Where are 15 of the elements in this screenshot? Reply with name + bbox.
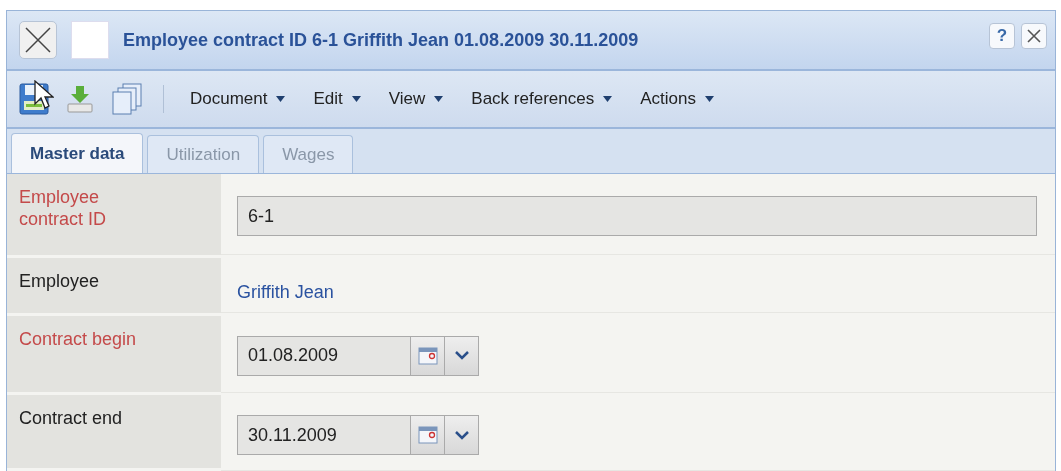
help-button[interactable]: ? xyxy=(989,23,1015,49)
date-field[interactable]: 30.11.2009 xyxy=(237,415,411,456)
menu-button[interactable]: Edit xyxy=(307,89,367,109)
tab[interactable]: Master data xyxy=(11,133,144,173)
field-label: Contract end xyxy=(7,395,221,471)
input-field[interactable]: 6-1 xyxy=(237,196,1037,236)
menu-button[interactable]: Back references xyxy=(465,89,619,109)
menu-button[interactable]: Actions xyxy=(634,89,720,109)
field-label: Employee xyxy=(7,257,221,316)
field-label: Employee contract ID xyxy=(7,174,221,258)
menu-button[interactable]: Document xyxy=(184,89,292,109)
window-title: Employee contract ID 6-1 Griffith Jean 01.08.2009 30.11.2009 xyxy=(123,29,640,51)
employee-link[interactable]: Griffith Jean xyxy=(237,281,334,303)
menu-button[interactable]: View xyxy=(382,89,450,109)
date-field[interactable]: 01.08.2009 xyxy=(237,335,411,376)
